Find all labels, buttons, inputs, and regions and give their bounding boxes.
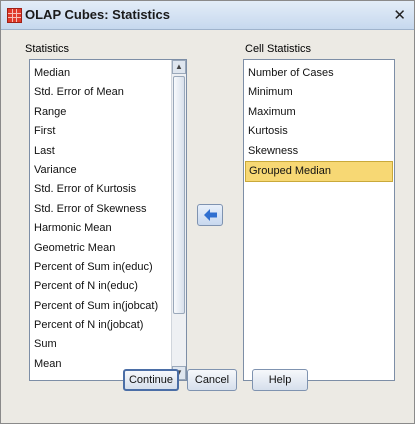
list-item[interactable]: Last (30, 142, 186, 161)
list-item[interactable]: Sum (30, 335, 186, 354)
cell-statistics-label: Cell Statistics (245, 43, 312, 55)
cancel-button[interactable]: Cancel (187, 369, 237, 391)
statistics-label: Statistics (25, 43, 70, 55)
list-item[interactable]: Percent of N in(educ) (30, 277, 186, 296)
arrow-left-icon (204, 209, 217, 221)
list-item[interactable]: Std. Error of Kurtosis (30, 180, 186, 199)
olap-statistics-dialog: OLAP Cubes: Statistics ✕ Statistics Medi… (0, 0, 415, 424)
close-icon[interactable]: ✕ (393, 6, 406, 24)
list-item[interactable]: Std. Error of Mean (30, 83, 186, 102)
title-bar[interactable]: OLAP Cubes: Statistics ✕ (1, 1, 414, 30)
list-item[interactable]: Geometric Mean (30, 239, 186, 258)
list-item[interactable]: Number of Cases (244, 64, 394, 83)
continue-button[interactable]: Continue (123, 369, 179, 391)
list-item[interactable]: Median (30, 64, 186, 83)
app-grid-icon (7, 8, 22, 23)
statistics-scrollbar[interactable]: ▲ ▼ (171, 60, 186, 380)
list-item[interactable]: Std. Error of Skewness (30, 200, 186, 219)
window-title: OLAP Cubes: Statistics (25, 7, 170, 22)
list-item[interactable]: Grouped Median (245, 160, 393, 183)
help-button[interactable]: Help (252, 369, 308, 391)
list-item[interactable]: Minimum (244, 83, 394, 102)
move-to-statistics-button[interactable] (197, 204, 223, 226)
list-item[interactable]: Range (30, 103, 186, 122)
scroll-thumb[interactable] (173, 76, 185, 314)
list-item[interactable]: First (30, 122, 186, 141)
list-item[interactable]: Kurtosis (244, 122, 394, 141)
cell-statistics-listbox[interactable]: Number of Cases Minimum Maximum Kurtosis Ske… (243, 59, 395, 381)
list-item[interactable]: Skewness (244, 142, 394, 161)
statistics-listbox[interactable]: Median Std. Error of Mean Range First Last Va… (29, 59, 187, 381)
list-item[interactable]: Maximum (244, 103, 394, 122)
list-item[interactable]: Variance (30, 161, 186, 180)
list-item[interactable]: Percent of Sum in(educ) (30, 258, 186, 277)
list-item[interactable]: Percent of Sum in(jobcat) (30, 297, 186, 316)
list-item[interactable]: Percent of N in(jobcat) (30, 316, 186, 335)
list-item[interactable]: Harmonic Mean (30, 219, 186, 238)
statistics-list: Median Std. Error of Mean Range First Last Va… (30, 60, 186, 374)
scroll-up-button[interactable]: ▲ (172, 60, 186, 74)
cell-statistics-list: Number of Cases Minimum Maximum Kurtosis Ske… (244, 60, 394, 183)
